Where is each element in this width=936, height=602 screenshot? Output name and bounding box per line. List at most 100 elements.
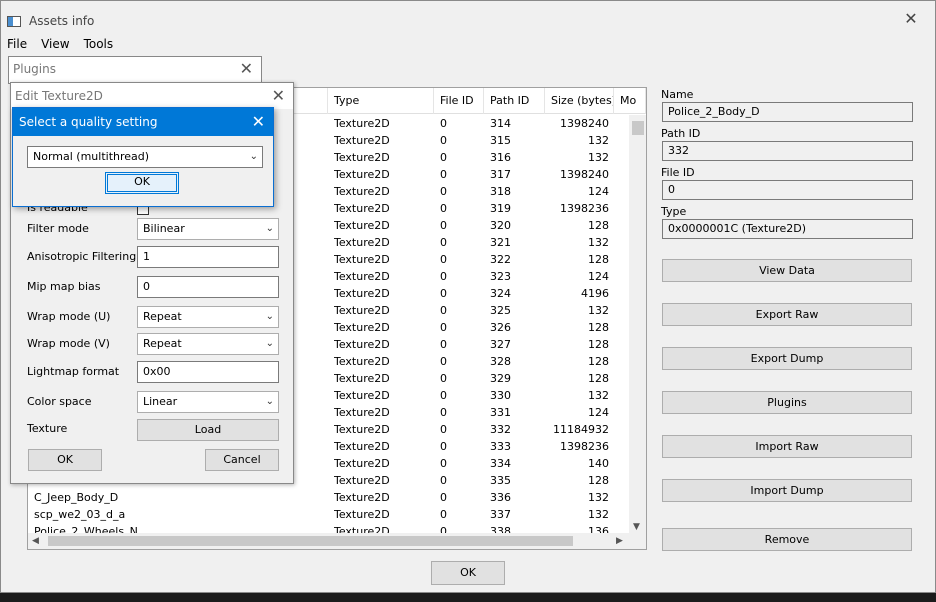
cell-type: Texture2D	[334, 151, 390, 164]
edit-dialog-titlebar: Edit Texture2D ✕	[11, 83, 293, 109]
wrap-v-select[interactable]: Repeat ⌄	[137, 333, 279, 355]
mip-bias-field[interactable]: 0	[137, 276, 279, 298]
cell-size: 132	[588, 304, 609, 317]
cell-size: 11184932	[553, 423, 609, 436]
cell-name: C_Jeep_Body_D	[34, 491, 119, 504]
cell-size: 124	[588, 185, 609, 198]
menu-view[interactable]: View	[41, 37, 69, 55]
cell-file-id: 0	[440, 525, 447, 533]
scroll-right-icon[interactable]: ▶	[616, 535, 623, 547]
plugins-close-button[interactable]: ✕	[240, 59, 253, 78]
quality-dialog-close-button[interactable]: ✕	[252, 112, 265, 131]
column-header-path-id[interactable]: Path ID	[484, 88, 545, 114]
view-data-button[interactable]: View Data	[662, 259, 912, 282]
cell-path-id: 317	[490, 168, 511, 181]
cell-size: 128	[588, 253, 609, 266]
table-row[interactable]: scp_we2_03_d_a Texture2D 0 337 132	[28, 506, 628, 523]
scroll-down-icon[interactable]: ▼	[633, 521, 640, 533]
cell-type: Texture2D	[334, 508, 390, 521]
edit-dialog-close-button[interactable]: ✕	[272, 86, 285, 105]
cell-size: 132	[588, 389, 609, 402]
cell-size: 128	[588, 474, 609, 487]
plugins-button[interactable]: Plugins	[662, 391, 912, 414]
edit-cancel-button[interactable]: Cancel	[205, 449, 279, 471]
color-space-value: Linear	[143, 395, 178, 408]
table-row[interactable]: C_Jeep_Body_D Texture2D 0 336 132	[28, 489, 628, 506]
cell-path-id: 329	[490, 372, 511, 385]
app-icon	[7, 15, 21, 27]
type-field[interactable]: 0x0000001C (Texture2D)	[662, 219, 913, 239]
edit-ok-button[interactable]: OK	[28, 449, 102, 471]
file-id-field[interactable]: 0	[662, 180, 913, 200]
cell-type: Texture2D	[334, 134, 390, 147]
cell-file-id: 0	[440, 406, 447, 419]
menu-tools[interactable]: Tools	[84, 37, 114, 55]
quality-ok-button[interactable]: OK	[105, 172, 179, 194]
cell-size: 136	[588, 525, 609, 533]
anisotropic-label: Anisotropic Filtering	[27, 250, 137, 263]
cell-file-id: 0	[440, 491, 447, 504]
cell-path-id: 323	[490, 270, 511, 283]
remove-button[interactable]: Remove	[662, 528, 912, 551]
cell-path-id: 330	[490, 389, 511, 402]
cell-name: scp_we2_03_d_a	[34, 508, 126, 521]
name-field[interactable]: Police_2_Body_D	[662, 102, 913, 122]
plugins-window-title: Plugins	[13, 62, 56, 76]
scroll-left-icon[interactable]: ◀	[32, 535, 39, 547]
cell-path-id: 335	[490, 474, 511, 487]
load-button[interactable]: Load	[137, 419, 279, 441]
cell-file-id: 0	[440, 253, 447, 266]
table-row[interactable]: Police_2_Wheels_N Texture2D 0 338 136	[28, 523, 628, 533]
mip-bias-label: Mip map bias	[27, 280, 101, 293]
quality-setting-dialog: Select a quality setting ✕ Normal (multi…	[12, 107, 274, 207]
cell-type: Texture2D	[334, 525, 390, 533]
path-id-field[interactable]: 332	[662, 141, 913, 161]
cell-type: Texture2D	[334, 423, 390, 436]
cell-size: 140	[588, 457, 609, 470]
main-ok-button[interactable]: OK	[431, 561, 505, 585]
column-header-file-id[interactable]: File ID	[434, 88, 484, 114]
cell-path-id: 318	[490, 185, 511, 198]
horizontal-scroll-thumb[interactable]	[48, 536, 573, 546]
cell-path-id: 320	[490, 219, 511, 232]
cell-path-id: 326	[490, 321, 511, 334]
column-header-type[interactable]: Type	[328, 88, 434, 114]
column-header-size[interactable]: Size (bytes)	[545, 88, 614, 114]
cell-path-id: 325	[490, 304, 511, 317]
cell-path-id: 331	[490, 406, 511, 419]
horizontal-scrollbar[interactable]: ◀ ▶	[28, 533, 646, 549]
cell-type: Texture2D	[334, 372, 390, 385]
wrap-u-select[interactable]: Repeat ⌄	[137, 306, 279, 328]
cell-path-id: 319	[490, 202, 511, 215]
export-dump-button[interactable]: Export Dump	[662, 347, 912, 370]
quality-select-value: Normal (multithread)	[33, 150, 150, 163]
lightmap-field[interactable]: 0x00	[137, 361, 279, 383]
anisotropic-field[interactable]: 1	[137, 246, 279, 268]
cell-file-id: 0	[440, 270, 447, 283]
vertical-scrollbar[interactable]: ▼	[629, 115, 646, 535]
export-raw-button[interactable]: Export Raw	[662, 303, 912, 326]
filter-mode-select[interactable]: Bilinear ⌄	[137, 218, 279, 240]
cell-size: 124	[588, 406, 609, 419]
wrap-v-value: Repeat	[143, 337, 182, 350]
quality-select[interactable]: Normal (multithread) ⌄	[27, 146, 263, 168]
cell-file-id: 0	[440, 134, 447, 147]
cell-size: 4196	[581, 287, 609, 300]
window-close-button[interactable]: ✕	[901, 9, 921, 29]
cell-size: 128	[588, 338, 609, 351]
cell-file-id: 0	[440, 168, 447, 181]
cell-size: 132	[588, 151, 609, 164]
cell-size: 124	[588, 270, 609, 283]
color-space-select[interactable]: Linear ⌄	[137, 391, 279, 413]
quality-ok-label: OK	[134, 175, 150, 188]
import-raw-button[interactable]: Import Raw	[662, 435, 912, 458]
cell-path-id: 332	[490, 423, 511, 436]
menu-file[interactable]: File	[7, 37, 27, 55]
column-header-modified[interactable]: Mo	[614, 88, 646, 114]
import-dump-button[interactable]: Import Dump	[662, 479, 912, 502]
menu-bar: File View Tools	[7, 37, 113, 55]
vertical-scroll-thumb[interactable]	[632, 121, 644, 135]
cell-type: Texture2D	[334, 474, 390, 487]
cell-file-id: 0	[440, 287, 447, 300]
cell-path-id: 333	[490, 440, 511, 453]
